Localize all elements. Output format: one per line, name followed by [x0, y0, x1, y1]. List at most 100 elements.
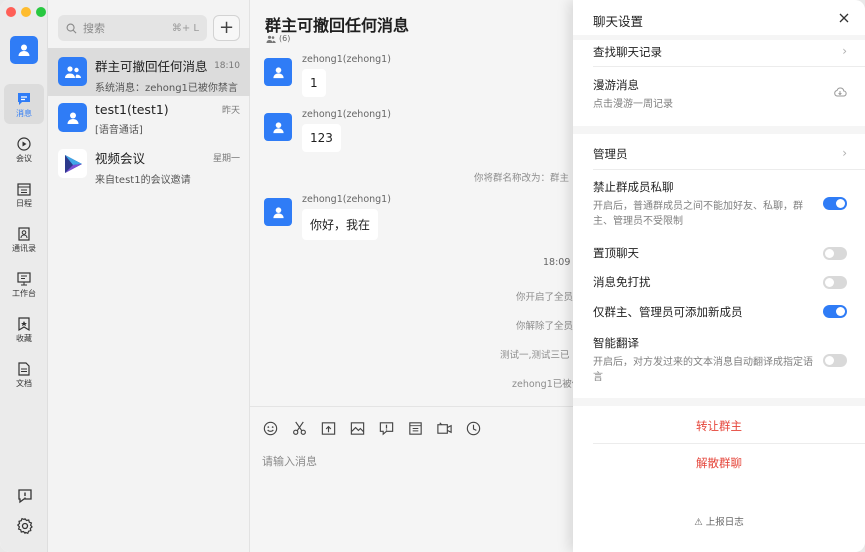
rail-item-label: 工作台 [12, 288, 36, 298]
find-history-row[interactable]: 查找聊天记录 › [593, 44, 847, 60]
conversation-avatar [58, 57, 87, 86]
conversation-name: test1(test1) [95, 102, 169, 117]
conversation-preview: [语音通话] [95, 125, 143, 136]
conversation-name: 群主可撤回任何消息 [95, 59, 208, 74]
search-icon [66, 23, 77, 33]
sender-avatar[interactable] [264, 113, 292, 141]
admin-row[interactable]: 管理员 › [593, 146, 847, 162]
add-button[interactable]: + [213, 15, 240, 41]
settings-gear-icon[interactable] [16, 517, 34, 535]
pin-chat-row: 置顶聊天 [593, 245, 847, 261]
conversation-item[interactable]: 群主可撤回任何消息 18:10 系统消息：zehong1已被你禁言 [48, 48, 250, 96]
roaming-row[interactable]: 漫游消息 点击漫游一周记录 [593, 77, 847, 112]
rail-item-meeting[interactable]: 会议 [4, 129, 44, 169]
transfer-owner-button[interactable]: 转让群主 [573, 418, 865, 434]
conversation-item[interactable]: test1(test1) 昨天 [语音通话] [48, 94, 250, 142]
warning-icon: ⚠ [694, 517, 703, 528]
app-window: 消息 会议 日程 通讯录 工作台 收藏 文档 搜索 ⌘+ L + 群主可撤回任何… [0, 0, 865, 552]
message-item: zehong1(zehong1) 1 [264, 54, 391, 97]
image-icon[interactable] [349, 420, 366, 437]
translate-toggle[interactable] [823, 354, 847, 367]
ban-private-toggle[interactable] [823, 197, 847, 210]
pin-chat-toggle[interactable] [823, 247, 847, 260]
only-admin-add-label: 仅群主、管理员可添加新成员 [593, 305, 743, 319]
translate-row: 智能翻译 开启后，对方发过来的文本消息自动翻译成指定语言 [593, 335, 847, 385]
ban-private-desc: 开启后，普通群成员之间不能加好友、私聊，群主、管理员不受限制 [593, 201, 803, 227]
pin-chat-label: 置顶聊天 [593, 246, 639, 260]
divider [593, 169, 865, 170]
report-icon[interactable] [16, 487, 34, 505]
contacts-icon [18, 226, 30, 241]
member-count[interactable]: (6) [266, 34, 290, 43]
ban-private-chat-row: 禁止群成员私聊 开启后，普通群成员之间不能加好友、私聊，群主、管理员不受限制 [593, 179, 847, 229]
panel-title: 聊天设置 [593, 14, 644, 29]
chat-area: 群主可撤回任何消息 (6) zehong1(zehong1) 1 zehong1… [250, 0, 581, 552]
close-icon[interactable] [837, 11, 851, 25]
divider [250, 406, 573, 407]
rail-item-label: 会议 [16, 153, 32, 163]
cloud-icon[interactable] [833, 86, 847, 98]
message-bubble[interactable]: 123 [302, 124, 341, 152]
members-icon [266, 35, 276, 43]
sender-avatar[interactable] [264, 58, 292, 86]
translate-title: 智能翻译 [593, 336, 639, 350]
rail-item-messages[interactable]: 消息 [4, 84, 44, 124]
video-call-icon[interactable] [436, 420, 453, 437]
rail-item-contacts[interactable]: 通讯录 [4, 219, 44, 259]
scissors-icon[interactable] [291, 420, 308, 437]
rail-item-label: 文档 [16, 378, 32, 388]
message-input[interactable]: 请输入消息 [262, 453, 317, 469]
divider [593, 443, 865, 444]
favorites-icon [18, 316, 30, 331]
chevron-right-icon: › [842, 44, 847, 58]
message-bubble[interactable]: 1 [302, 69, 326, 97]
close-window-button[interactable] [6, 7, 16, 17]
system-message: 你将群名称改为：群主 [474, 173, 570, 184]
message-icon [18, 92, 30, 105]
conversation-item[interactable]: 视频会议 星期一 来自test1的会议邀请 [48, 140, 250, 188]
divider [573, 35, 865, 40]
minimize-window-button[interactable] [21, 7, 31, 17]
document-icon [18, 361, 30, 376]
window-controls [6, 7, 46, 17]
user-icon [18, 44, 30, 56]
mute-toggle[interactable] [823, 276, 847, 289]
file-upload-icon[interactable] [320, 420, 337, 437]
chat-title: 群主可撤回任何消息 [265, 16, 410, 35]
user-icon [67, 112, 78, 124]
conversation-name: 视频会议 [95, 151, 146, 166]
conversation-avatar [58, 103, 87, 132]
my-avatar[interactable] [10, 36, 38, 64]
notes-icon[interactable] [407, 420, 424, 437]
conversation-time: 18:10 [214, 60, 240, 71]
sender-name: zehong1(zehong1) [302, 109, 391, 120]
mute-label: 消息免打扰 [593, 275, 651, 289]
search-input[interactable]: 搜索 ⌘+ L [58, 15, 207, 41]
rail-item-label: 消息 [16, 108, 32, 118]
zoom-window-button[interactable] [36, 7, 46, 17]
chat-settings-panel: 聊天设置 查找聊天记录 › 漫游消息 点击漫游一周记录 管理员 › 禁止群成员私… [573, 0, 865, 552]
report-log-button[interactable]: ⚠ 上报日志 [573, 514, 865, 528]
clock-icon[interactable] [465, 420, 482, 437]
conversation-list-panel: 搜索 ⌘+ L + 群主可撤回任何消息 18:10 系统消息：zehong1已被… [48, 0, 250, 552]
screen-share-icon[interactable] [378, 420, 395, 437]
sender-name: zehong1(zehong1) [302, 194, 391, 205]
rail-item-docs[interactable]: 文档 [4, 354, 44, 394]
video-meeting-icon [64, 154, 82, 173]
conversation-preview: 系统消息：zehong1已被你禁言 [95, 83, 238, 94]
rail-item-calendar[interactable]: 日程 [4, 174, 44, 214]
divider [593, 66, 865, 67]
rail-item-label: 日程 [16, 198, 32, 208]
only-admin-add-toggle[interactable] [823, 305, 847, 318]
sender-avatar[interactable] [264, 198, 292, 226]
dismiss-group-button[interactable]: 解散群聊 [573, 455, 865, 471]
left-rail: 消息 会议 日程 通讯录 工作台 收藏 文档 [0, 0, 48, 552]
rail-item-workbench[interactable]: 工作台 [4, 264, 44, 304]
emoji-icon[interactable] [262, 420, 279, 437]
message-item: zehong1(zehong1) 123 [264, 109, 391, 152]
mute-row: 消息免打扰 [593, 274, 847, 290]
system-message: 你开启了全员 [516, 292, 574, 303]
message-bubble[interactable]: 你好，我在 [302, 209, 379, 240]
rail-item-label: 通讯录 [12, 243, 36, 253]
rail-item-favorites[interactable]: 收藏 [4, 309, 44, 349]
